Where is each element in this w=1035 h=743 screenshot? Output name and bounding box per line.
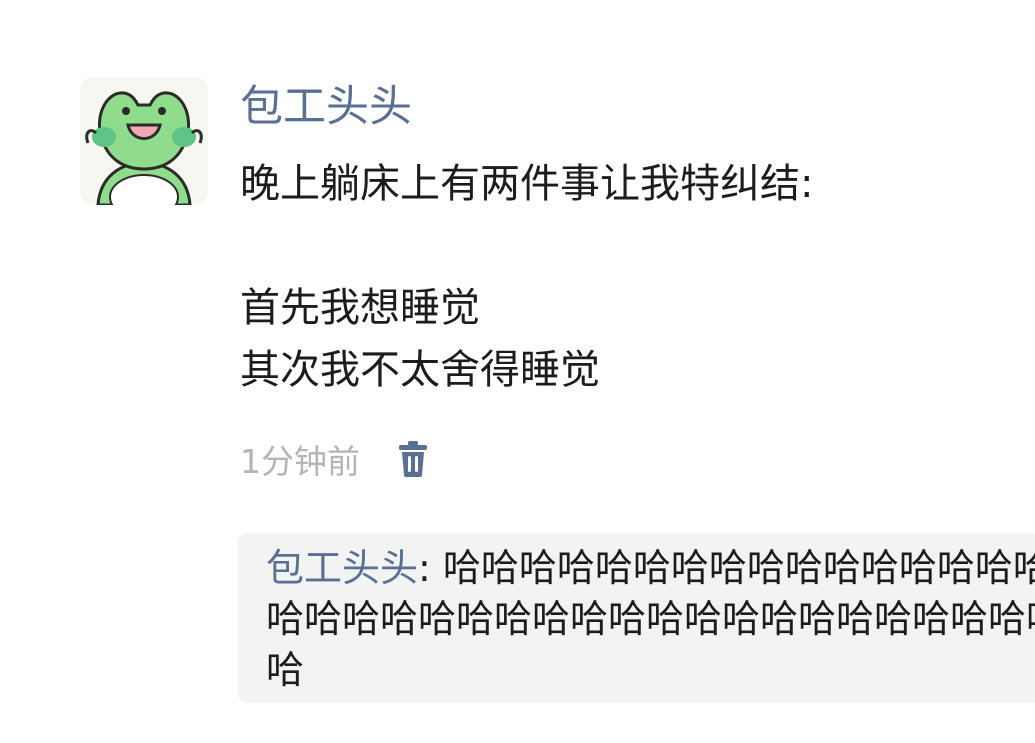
avatar[interactable] xyxy=(80,77,208,205)
post-line-blank xyxy=(240,215,1020,277)
post-timestamp: 1分钟前 xyxy=(240,442,360,481)
moment-post: 包工头头 晚上躺床上有两件事让我特纠结: 首先我想睡觉 其次我不太舍得睡觉 1分… xyxy=(0,0,1035,743)
post-content: 晚上躺床上有两件事让我特纠结: 首先我想睡觉 其次我不太舍得睡觉 xyxy=(240,153,1020,401)
trash-icon xyxy=(399,441,427,477)
comment-item[interactable]: 包工头头: 哈哈哈哈哈哈哈哈哈哈哈哈哈哈哈哈 哈哈哈哈哈哈哈哈哈哈哈哈哈哈哈哈哈哈… xyxy=(266,543,1035,696)
delete-button[interactable] xyxy=(396,438,430,480)
comment-separator: : xyxy=(418,546,443,590)
comments-section: 包工头头: 哈哈哈哈哈哈哈哈哈哈哈哈哈哈哈哈 哈哈哈哈哈哈哈哈哈哈哈哈哈哈哈哈哈哈… xyxy=(238,533,1035,703)
frog-avatar-icon xyxy=(80,77,208,205)
post-meta: 1分钟前 xyxy=(240,434,430,484)
comment-author[interactable]: 包工头头 xyxy=(266,546,418,590)
author-name[interactable]: 包工头头 xyxy=(240,80,412,134)
post-line: 首先我想睡觉 xyxy=(240,285,480,331)
post-line: 其次我不太舍得睡觉 xyxy=(240,347,600,393)
post-line: 晚上躺床上有两件事让我特纠结: xyxy=(240,161,814,207)
